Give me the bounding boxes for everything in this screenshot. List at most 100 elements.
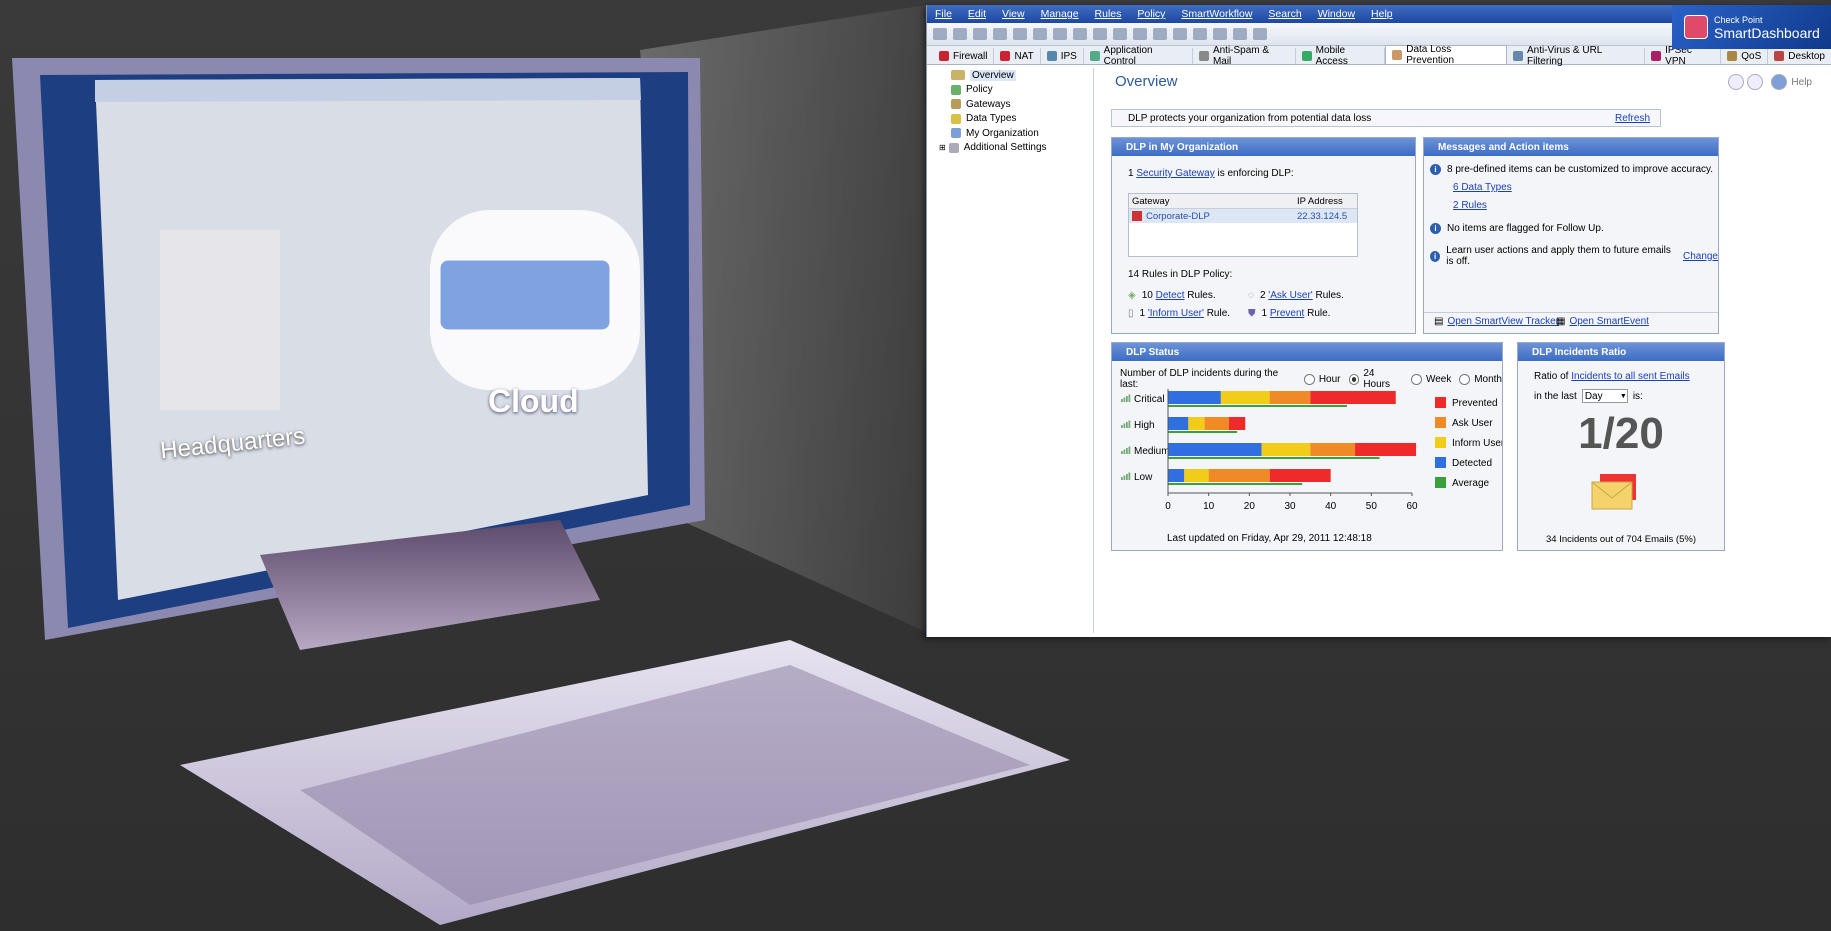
ask-user-icon: ◌	[1248, 290, 1254, 301]
signal-icon	[1128, 446, 1131, 454]
ratio-value: 1/20	[1578, 409, 1664, 458]
tab-anti-virus[interactable]: Anti-Virus & URL Filtering	[1507, 45, 1646, 67]
inform-user-link[interactable]: 'Inform User'	[1148, 308, 1204, 319]
copy-icon[interactable]	[993, 28, 1007, 40]
tab-data-loss-prevention[interactable]: Data Loss Prevention	[1385, 44, 1508, 66]
bar-segment	[1168, 443, 1262, 456]
category-label: High	[1134, 420, 1155, 431]
layout-icon[interactable]	[1213, 28, 1227, 40]
forward-icon[interactable]	[1747, 74, 1764, 90]
dlp-status-chart: Critical High Medium Low 0 10 20 30 40 50 60 Preven…	[1121, 389, 1502, 512]
table-row[interactable]: Corporate-DLP 22.33.124.5	[1129, 209, 1357, 223]
menu-file[interactable]: File	[935, 8, 952, 20]
cut-icon[interactable]	[973, 28, 987, 40]
panel-title: DLP in My Organization	[1112, 138, 1415, 156]
brand-logo: Check Point SmartDashboard	[1672, 5, 1831, 49]
panel-title: DLP Status	[1112, 343, 1502, 361]
rule-below-icon[interactable]	[1153, 28, 1167, 40]
menu-help[interactable]: Help	[1371, 8, 1393, 20]
bar-segment	[1355, 443, 1417, 456]
rule-above-icon[interactable]	[1133, 28, 1147, 40]
inform-user-icon: ▯	[1128, 308, 1134, 319]
smartdashboard-window: File Edit View Manage Rules Policy Smart…	[926, 5, 1831, 637]
tree-item-overview[interactable]: Overview	[937, 68, 1093, 83]
signal-icon	[1126, 474, 1128, 480]
sort-icon[interactable]	[1253, 28, 1267, 40]
firewall-icon	[939, 51, 949, 61]
back-icon[interactable]	[1728, 74, 1745, 90]
period-select[interactable]: Day ▼	[1581, 389, 1628, 403]
bar-segment	[1269, 391, 1311, 404]
rules-link[interactable]: 2 Rules	[1453, 200, 1487, 211]
legend-label: Prevented	[1452, 398, 1498, 409]
filter-icon[interactable]	[1193, 28, 1207, 40]
tree-item-gateways[interactable]: Gateways	[937, 97, 1093, 112]
bar-segment	[1188, 417, 1205, 430]
menu-manage[interactable]: Manage	[1041, 8, 1079, 20]
refresh-icon[interactable]	[953, 28, 967, 40]
change-link[interactable]: Change	[1683, 251, 1718, 262]
ask-user-link[interactable]: 'Ask User'	[1268, 290, 1312, 301]
incidents-link[interactable]: Incidents to all sent Emails	[1571, 371, 1689, 382]
delete-icon[interactable]	[1173, 28, 1187, 40]
signal-icon	[1126, 422, 1128, 428]
navigation-tree: Overview Policy Gateways Data Types My O…	[937, 68, 1094, 633]
expand-icon[interactable]: ⊞	[939, 143, 946, 152]
menu-smartworkflow[interactable]: SmartWorkflow	[1181, 8, 1252, 20]
main-content: Overview Help DLP protects your organiza…	[1095, 68, 1831, 633]
detect-link[interactable]: Detect	[1156, 290, 1185, 301]
rule-add-icon[interactable]	[1113, 28, 1127, 40]
x-tick-label: 20	[1244, 501, 1256, 512]
refresh-link[interactable]: Refresh	[1615, 113, 1650, 124]
security-gateway-link[interactable]: Security Gateway	[1136, 168, 1214, 179]
signal-icon	[1126, 448, 1128, 454]
menu-rules[interactable]: Rules	[1095, 8, 1122, 20]
tree-item-policy[interactable]: Policy	[937, 83, 1093, 98]
category-label: Low	[1134, 472, 1153, 483]
tab-desktop[interactable]: Desktop	[1768, 48, 1831, 64]
tab-firewall[interactable]: Firewall	[933, 48, 995, 64]
view-icon[interactable]	[1093, 28, 1107, 40]
smartevent-link[interactable]: ▦ Open SmartEvent	[1556, 316, 1649, 327]
average-line	[1168, 431, 1238, 433]
menu-policy[interactable]: Policy	[1137, 8, 1165, 20]
tree-item-data-types[interactable]: Data Types	[937, 112, 1093, 127]
legend-label: Average	[1452, 478, 1490, 489]
bar-segment	[1168, 391, 1221, 404]
tab-nat[interactable]: NAT	[994, 48, 1041, 64]
search-icon[interactable]	[1073, 28, 1087, 40]
list-icon[interactable]	[1233, 28, 1247, 40]
tab-qos[interactable]: QoS	[1721, 48, 1769, 64]
help-icon[interactable]	[1771, 74, 1788, 90]
tree-item-additional-settings[interactable]: ⊞ Additional Settings	[937, 141, 1093, 156]
bar-segment	[1269, 469, 1331, 482]
smartevent-icon: ▦	[1556, 316, 1566, 327]
tab-ips[interactable]: IPS	[1041, 48, 1084, 64]
save-icon[interactable]	[933, 28, 947, 40]
signal-icon	[1121, 399, 1123, 402]
policy-icon	[951, 84, 961, 95]
tab-mobile-access[interactable]: Mobile Access	[1296, 45, 1386, 67]
tab-ipsec-vpn[interactable]: IPSec VPN	[1645, 45, 1722, 67]
paste-icon[interactable]	[1013, 28, 1027, 40]
menu-edit[interactable]: Edit	[968, 8, 986, 20]
gateways-icon	[951, 99, 961, 110]
period-line: in the last Day ▼ is:	[1534, 389, 1643, 403]
legend-swatch	[1435, 457, 1446, 468]
tab-application-control[interactable]: Application Control	[1084, 45, 1194, 67]
smartview-tracker-link[interactable]: ▤ Open SmartView Tracker	[1434, 316, 1559, 327]
tab-anti-spam[interactable]: Anti-Spam & Mail	[1193, 45, 1296, 67]
menu-window[interactable]: Window	[1318, 8, 1355, 20]
menu-view[interactable]: View	[1002, 8, 1025, 20]
verify-icon[interactable]	[1053, 28, 1067, 40]
prevent-link[interactable]: Prevent	[1270, 308, 1304, 319]
panel-title: Messages and Action items	[1424, 138, 1718, 156]
checkpoint-logo-icon	[1684, 15, 1708, 39]
signal-icon	[1121, 451, 1123, 454]
chevron-down-icon: ▼	[1619, 392, 1627, 400]
help-link[interactable]: Help	[1791, 77, 1812, 88]
menu-search[interactable]: Search	[1268, 8, 1301, 20]
install-policy-icon[interactable]	[1033, 28, 1047, 40]
tree-item-my-organization[interactable]: My Organization	[937, 126, 1093, 141]
data-types-link[interactable]: 6 Data Types	[1453, 182, 1512, 193]
